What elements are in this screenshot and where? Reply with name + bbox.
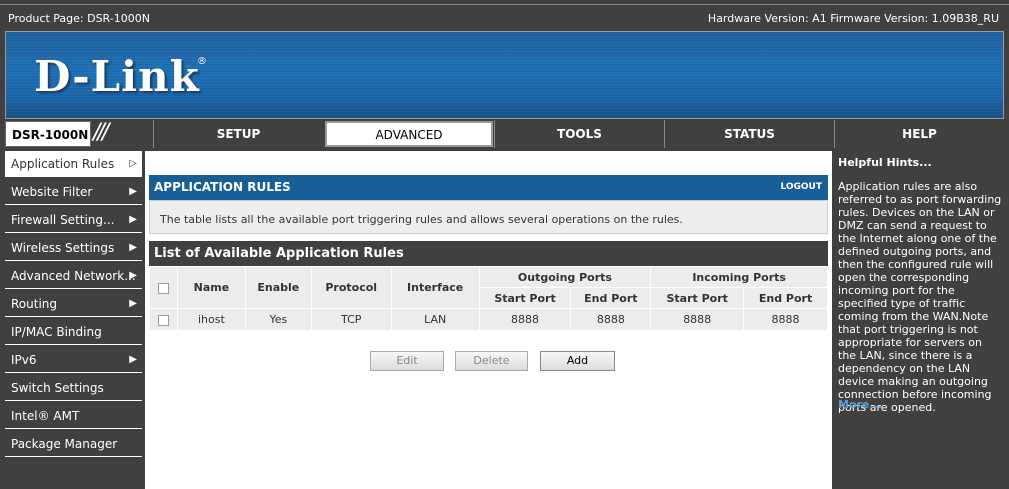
product-page-label: Product Page: DSR-1000N <box>8 12 150 25</box>
select-all-checkbox[interactable] <box>157 282 169 294</box>
sidebar-item-label: Website Filter <box>11 185 93 199</box>
col-in-start: Start Port <box>650 287 745 309</box>
registered-mark: ® <box>197 56 207 67</box>
col-out-end: End Port <box>570 287 652 309</box>
cell-out-end: 8888 <box>570 308 652 331</box>
chevron-right-icon: ▶ <box>129 298 137 309</box>
sidebar-item-label: Application Rules <box>11 157 115 171</box>
brand-banner: D-Link ® <box>5 31 1004 119</box>
version-info: Hardware Version: A1 Firmware Version: 1… <box>707 12 999 25</box>
sidebar-item-label: Routing <box>11 297 58 311</box>
cell-name: ihost <box>176 308 246 331</box>
router-admin-page: Product Page: DSR-1000N Hardware Version… <box>0 0 1009 489</box>
col-protocol: Protocol <box>310 266 392 309</box>
sidebar-item-ip-mac-binding[interactable]: IP/MAC Binding <box>5 319 142 345</box>
chevron-right-icon: ▶ <box>129 242 137 253</box>
chevron-right-icon: ▶ <box>129 214 137 225</box>
col-interface: Interface <box>390 266 480 309</box>
cell-in-end: 8888 <box>743 308 828 331</box>
tab-status[interactable]: STATUS <box>664 120 834 148</box>
col-enable: Enable <box>244 266 312 309</box>
chevron-right-icon: ▷ <box>129 158 137 169</box>
logout-link[interactable]: LOGOUT <box>780 175 822 200</box>
col-out-start: Start Port <box>478 287 572 309</box>
sidebar-item-label: Advanced Network... <box>11 269 136 283</box>
sidebar-item-advanced-network[interactable]: Advanced Network... ▶ <box>5 263 142 289</box>
cell-in-start: 8888 <box>650 308 745 331</box>
edit-button[interactable]: Edit <box>370 351 444 371</box>
decorative-slashes-icon: /// <box>93 120 109 145</box>
sidebar-item-website-filter[interactable]: Website Filter ▶ <box>5 179 142 205</box>
cell-protocol: TCP <box>310 308 392 331</box>
list-title: List of Available Application Rules <box>149 241 828 266</box>
chevron-right-icon: ▶ <box>129 354 137 365</box>
sidebar-item-wireless-settings[interactable]: Wireless Settings ▶ <box>5 235 142 261</box>
hints-text: Application rules are also referred to a… <box>838 180 1002 414</box>
sidebar-item-intel-amt[interactable]: Intel® AMT <box>5 403 142 429</box>
tab-advanced[interactable]: ADVANCED <box>325 121 493 147</box>
sidebar-item-label: Package Manager <box>11 437 118 451</box>
sidebar-item-label: Wireless Settings <box>11 241 115 255</box>
sidebar-item-label: Firewall Setting... <box>11 213 115 227</box>
more-link[interactable]: More... <box>838 398 882 411</box>
sidebar: Application Rules ▷ Website Filter ▶ Firew… <box>5 151 142 489</box>
table-row[interactable]: ihost Yes TCP LAN 8888 8888 8888 8888 <box>149 308 828 331</box>
sidebar-item-label: Intel® AMT <box>11 409 80 423</box>
page-title: APPLICATION RULES <box>154 180 291 194</box>
cell-interface: LAN <box>390 308 480 331</box>
select-all-cell <box>149 266 178 309</box>
page-description: The table lists all the available port t… <box>149 200 828 234</box>
main-nav: DSR-1000N /// SETUP ADVANCED TOOLS STATU… <box>5 119 1004 149</box>
sidebar-item-label: Switch Settings <box>11 381 104 395</box>
tab-setup[interactable]: SETUP <box>153 120 323 148</box>
top-info-bar: Product Page: DSR-1000N Hardware Version… <box>0 4 1009 30</box>
model-label: DSR-1000N <box>5 121 91 147</box>
cell-enable: Yes <box>244 308 312 331</box>
tab-tools[interactable]: TOOLS <box>494 120 664 148</box>
sidebar-item-package-manager[interactable]: Package Manager <box>5 431 142 457</box>
cell-out-start: 8888 <box>478 308 572 331</box>
hints-title: Helpful Hints... <box>838 156 932 169</box>
tab-help[interactable]: HELP <box>834 120 1004 148</box>
row-select-cell <box>149 308 178 331</box>
sidebar-item-routing[interactable]: Routing ▶ <box>5 291 142 317</box>
sidebar-item-switch-settings[interactable]: Switch Settings <box>5 375 142 401</box>
sidebar-item-ipv6[interactable]: IPv6 ▶ <box>5 347 142 373</box>
sidebar-item-label: IP/MAC Binding <box>11 325 102 339</box>
sidebar-item-label: IPv6 <box>11 353 37 367</box>
row-checkbox[interactable] <box>157 314 169 326</box>
helpful-hints-panel: Helpful Hints... Application rules are a… <box>834 151 1004 489</box>
col-outgoing-ports: Outgoing Ports <box>478 266 652 288</box>
col-name: Name <box>176 266 246 309</box>
delete-button[interactable]: Delete <box>455 351 528 371</box>
col-incoming-ports: Incoming Ports <box>650 266 828 288</box>
dlink-logo: D-Link <box>34 52 200 101</box>
col-in-end: End Port <box>743 287 828 309</box>
sidebar-item-application-rules[interactable]: Application Rules ▷ <box>5 151 142 177</box>
main-content: APPLICATION RULES LOGOUT The table lists… <box>145 151 832 489</box>
sidebar-item-firewall-settings[interactable]: Firewall Setting... ▶ <box>5 207 142 233</box>
chevron-right-icon: ▶ <box>129 270 137 281</box>
chevron-right-icon: ▶ <box>129 186 137 197</box>
add-button[interactable]: Add <box>540 351 615 371</box>
application-rules-table: Name Enable Protocol Interface Outgoing … <box>149 266 828 331</box>
panel-header: APPLICATION RULES LOGOUT <box>149 175 828 200</box>
